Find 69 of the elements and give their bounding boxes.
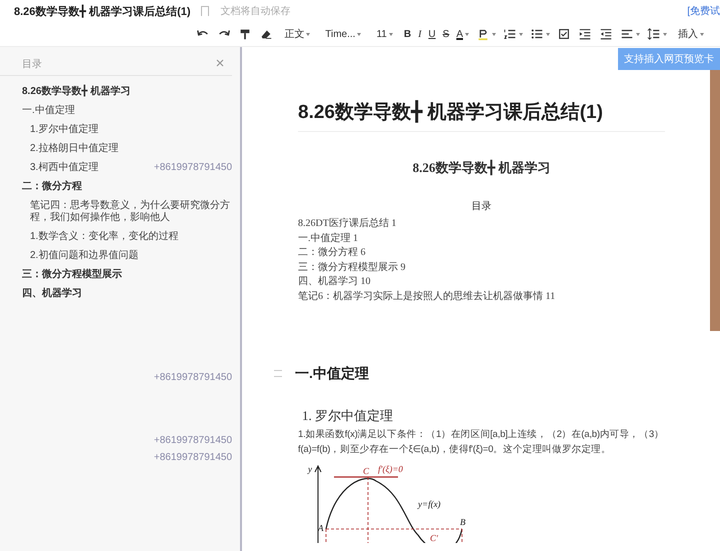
outline-item[interactable]: 3.柯西中值定理 [22,162,98,174]
bullet-list-icon [530,27,544,41]
comment-author: +8619978791450 [154,452,232,463]
document-title: 8.26数学导数╋ 机器学习课后总结(1) [14,4,191,18]
format-button[interactable]: B [402,24,414,44]
figure-label: C [363,466,370,476]
toolbar-dropdown[interactable]: 插入 [676,24,706,44]
outline-item[interactable]: 三：微分方程模型展示 [22,269,122,281]
figure-label: A [318,522,324,533]
outline-item[interactable]: 四、机器学习 [22,288,82,300]
comment-author: +8619978791450 [154,372,232,383]
subsection-heading: 1. 罗尔中值定理 [302,406,394,425]
document-heading: 8.26数学导数╋ 机器学习课后总结(1) [298,99,665,132]
figure-label: y=f(x) [418,498,441,509]
format-button[interactable]: U [426,24,438,44]
outline-item[interactable]: 2.初值问题和边界值问题 [22,250,138,262]
align-icon [620,27,634,41]
comment-author: +8619978791450 [154,162,232,173]
paint-roller-icon [238,27,252,41]
toc-entry[interactable]: 四、机器学习 10 [298,275,665,290]
caret-icon [663,32,667,36]
outline-item[interactable]: 1.数学含义：变化率，变化的过程 [22,231,178,243]
outline-item[interactable]: 8.26数学导数╋ 机器学习 [22,86,130,98]
format-button[interactable]: I [416,24,424,44]
outline-item[interactable]: 笔记四：思考导数意义，为什么要研究微分方程，我们如何操作他，影响他人 [22,200,234,224]
highlighter-icon [476,27,490,41]
caret-icon [492,32,496,36]
toc-entry[interactable]: 二：微分方程 6 [298,246,665,261]
outline-item[interactable]: 2.拉格朗日中值定理 [22,143,118,155]
drag-handle-icon[interactable] [274,370,282,378]
checklist-icon [557,27,571,41]
toolbar-dropdown[interactable]: 11 [374,24,395,44]
numbered-list-icon [503,27,517,41]
toc-heading: 目录 [470,200,492,213]
figure-label: f′(ξ)=0 [378,464,403,474]
caret-icon [636,32,640,36]
caret-icon [357,32,362,36]
tooltip: 支持插入网页预览卡 [618,48,720,70]
figure-label: B [460,516,466,527]
close-icon [216,59,224,67]
caret-icon [519,32,523,36]
caret-icon [306,32,310,36]
comment-author: +8619978791450 [154,435,232,446]
caret-icon [546,32,550,36]
indent-icon [578,27,592,41]
document-subtitle: 8.26数学导数╋ 机器学习 [412,159,552,177]
caret-icon [465,32,469,36]
toc-entry[interactable]: 8.26DT医疗课后总结 1 [298,217,665,232]
toc-entry[interactable]: 三：微分方程模型展示 9 [298,260,665,276]
figure-label: C′ [430,532,438,543]
format-button[interactable]: S [440,24,452,44]
outdent-icon [599,27,613,41]
caret-icon [700,32,704,36]
line-spacing-icon [647,27,661,41]
outline-item[interactable]: 一.中值定理 [22,105,75,117]
format-button[interactable]: A [454,24,471,44]
figure-label: y [308,464,312,474]
toolbar-dropdown[interactable]: 正文 [282,24,312,44]
outline-item[interactable]: 1.罗尔中值定理 [22,124,98,136]
toolbar-dropdown[interactable]: Time... [323,24,364,44]
toc-entry[interactable]: 一.中值定理 1 [298,232,665,246]
trial-link[interactable]: [免费试 [687,4,720,18]
section-heading: 一.中值定理 [295,364,369,383]
paragraph: 1.如果函数f(x)满足以下条件：（1）在闭区间[a,b]上连续，（2）在(a,b)内可导，（3）f(a)=f(b)，则至少存在一个ξ∈(a,b)，使得f'(ξ)=0。这个定理叫做罗尔定理。 [298,428,665,457]
toc-entry[interactable]: 笔记6：机器学习实际上是按照人的思维去让机器做事情 11 [298,290,665,305]
save-status: 文档将自动保存 [220,4,291,18]
outline-title: 目录 [22,58,42,71]
outline-item[interactable]: 二：微分方程 [22,181,82,193]
caret-icon [388,32,393,36]
